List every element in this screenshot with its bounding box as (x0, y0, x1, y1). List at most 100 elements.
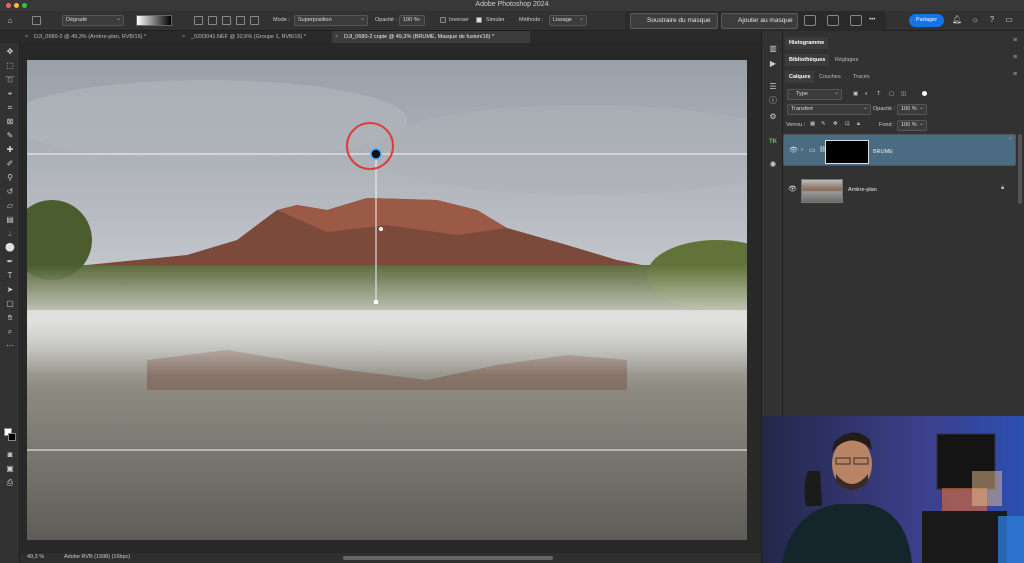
gradient-preview[interactable] (136, 15, 172, 26)
properties-icon[interactable]: ⚙ (767, 111, 779, 123)
opacity-input[interactable]: 100 % (399, 15, 425, 26)
blur-icon[interactable]: 💧︎ (4, 228, 16, 240)
linear-gradient-icon[interactable] (194, 16, 203, 25)
brush-icon[interactable]: ✐ (4, 158, 16, 170)
color-profile[interactable]: Adobe RVB (1998) (16bpc) (64, 554, 130, 560)
tk-plugin-icon[interactable]: TK (767, 136, 779, 148)
dodge-icon[interactable]: ⚪ (4, 242, 16, 254)
tab-calques[interactable]: Calques (785, 71, 815, 83)
layer-opacity-input[interactable]: 100 % (897, 104, 927, 115)
subtract-from-mask-button[interactable]: Soustraire du masque (630, 13, 718, 29)
pen-icon[interactable]: ✒ (4, 256, 16, 268)
quick-mask-icon[interactable]: ◙ (4, 449, 16, 461)
panel-scrollbar[interactable] (1018, 134, 1022, 204)
more-options-icon[interactable]: ••• (869, 17, 875, 23)
fill-input[interactable]: 100 % (897, 120, 927, 131)
document-image[interactable] (27, 60, 747, 540)
add-to-mask-button[interactable]: Ajouter au masque (721, 13, 798, 29)
expand-chevron-icon[interactable]: › (801, 146, 803, 155)
move-icon[interactable]: ✥ (4, 46, 16, 58)
inverser-checkbox[interactable] (440, 17, 446, 23)
close-tab-icon[interactable]: × (182, 31, 185, 43)
visibility-eye-icon[interactable]: 👁︎ (789, 146, 798, 155)
filter-pixel-icon[interactable]: ▣ (853, 91, 858, 97)
radial-gradient-icon[interactable] (208, 16, 217, 25)
healing-icon[interactable]: ✚ (4, 144, 16, 156)
tab-reglages[interactable]: Réglages (831, 54, 862, 66)
object-select-icon[interactable]: ⌖ (4, 88, 16, 100)
methode-select[interactable]: Lissage (549, 15, 587, 26)
layer-row-brume[interactable]: 👁︎ › ▭ ⛓︎ BRUME (783, 134, 1016, 166)
filter-smart-icon[interactable]: ◫ (901, 91, 906, 97)
layer-name[interactable]: BRUME (873, 148, 893, 157)
info-icon[interactable]: ⓘ (767, 95, 779, 107)
simuler-checkbox[interactable] (476, 17, 482, 23)
close-tab-icon[interactable]: × (335, 31, 338, 43)
histogram-icon[interactable]: ▥ (767, 43, 779, 55)
filter-shape-icon[interactable]: ▢ (889, 91, 894, 97)
reflected-gradient-icon[interactable] (236, 16, 245, 25)
workspace-icon[interactable]: ▭ (1004, 15, 1014, 25)
zoom-level[interactable]: 49,3 % (27, 554, 44, 560)
tab-doc-2[interactable]: × _0293041.NEF @ 32,6% (Groupe 1, RVB/16… (179, 31, 331, 43)
eraser-icon[interactable]: ▱ (4, 200, 16, 212)
clone-stamp-icon[interactable]: ⚲ (4, 172, 16, 184)
rectangle-icon[interactable]: ▢ (4, 298, 16, 310)
filter-adjustment-icon[interactable]: ◐ (865, 91, 868, 97)
layer-name[interactable]: Arrière-plan (848, 187, 877, 193)
tab-doc-3[interactable]: × DJI_0680-2 copie @ 49,3% (BRUME, Masqu… (332, 31, 530, 43)
edit-toolbar-icon[interactable]: ⎙ (4, 477, 16, 489)
crop-icon[interactable]: ⌗ (4, 102, 16, 114)
lasso-icon[interactable]: ➰ (4, 74, 16, 86)
tab-bibliotheques[interactable]: Bibliothèques (785, 54, 830, 66)
background-color-swatch[interactable] (8, 433, 16, 441)
home-icon[interactable]: ⌂ (5, 16, 15, 26)
panel-menu-icon[interactable]: ≡ (1013, 71, 1017, 78)
filter-type-icon[interactable]: T (877, 91, 880, 97)
visibility-eye-icon[interactable]: 👁︎ (788, 185, 797, 193)
screen-mode-icon[interactable]: ▣ (4, 463, 16, 475)
history-brush-icon[interactable]: ↺ (4, 186, 16, 198)
help-icon[interactable]: ? (987, 15, 997, 25)
layer-filter-select[interactable]: Type (787, 89, 842, 100)
diamond-gradient-icon[interactable] (250, 16, 259, 25)
panel-menu-icon[interactable]: ≡ (1013, 54, 1017, 61)
mask-invert-icon[interactable] (804, 15, 816, 26)
type-icon[interactable]: T (4, 270, 16, 282)
frame-icon[interactable]: ⊠ (4, 116, 16, 128)
zoom-icon[interactable]: ⌕ (4, 326, 16, 338)
learn-icon[interactable]: ☼ (970, 15, 980, 25)
mode-select[interactable]: Superposition (294, 15, 368, 26)
angle-gradient-icon[interactable] (222, 16, 231, 25)
settings-icon[interactable]: ✺ (767, 159, 779, 171)
marquee-icon[interactable]: ⬚ (4, 60, 16, 72)
more-tools-icon[interactable]: ⋯ (4, 340, 16, 352)
blend-mode-select[interactable]: Transfert (787, 104, 871, 115)
hand-icon[interactable]: ✋︎ (4, 312, 16, 324)
lock-transparency-icon[interactable]: ▦ (810, 121, 815, 127)
gradient-tool-icon[interactable] (32, 16, 41, 25)
share-button[interactable]: Partager (909, 14, 944, 27)
lock-pixels-icon[interactable]: ✎ (821, 121, 826, 127)
layer-thumbnail[interactable] (801, 179, 843, 203)
eyedropper-icon[interactable]: ✎ (4, 130, 16, 142)
gradient-preset-select[interactable]: Dégradé (62, 15, 124, 26)
panel-menu-icon[interactable]: ≡ (1013, 37, 1017, 44)
mask-refine-icon[interactable] (827, 15, 839, 26)
notifications-icon[interactable]: 🔔︎ (952, 15, 962, 25)
lock-artboard-icon[interactable]: ⊡ (845, 121, 850, 127)
tab-histogramme[interactable]: Histogramme (785, 37, 829, 49)
tab-traces[interactable]: Tracés (849, 71, 874, 83)
gradient-icon[interactable]: ▤ (4, 214, 16, 226)
lock-position-icon[interactable]: ✥ (833, 121, 838, 127)
lock-all-icon[interactable]: 🔒︎ (857, 121, 860, 128)
close-tab-icon[interactable]: × (25, 31, 28, 43)
layer-row-background[interactable]: 👁︎ Arrière-plan 🔒︎ (783, 174, 1016, 206)
path-select-icon[interactable]: ➤ (4, 284, 16, 296)
tab-couches[interactable]: Couches (815, 71, 845, 83)
adjustments-icon[interactable]: ☰ (767, 81, 779, 93)
play-actions-icon[interactable]: ▶ (767, 58, 779, 70)
layer-mask-thumbnail[interactable] (825, 140, 869, 164)
tab-doc-1[interactable]: × DJI_0680-2 @ 49,3% (Arrière-plan, RVB/… (22, 31, 178, 43)
mask-apply-icon[interactable] (850, 15, 862, 26)
